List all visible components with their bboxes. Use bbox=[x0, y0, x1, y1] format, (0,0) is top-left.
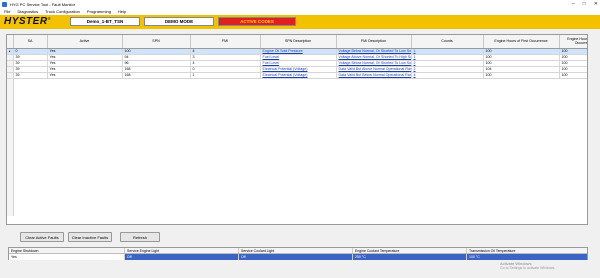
empty-cell bbox=[13, 210, 47, 216]
clear-inactive-faults-button[interactable]: Clear Inactive Faults bbox=[68, 232, 112, 242]
empty-cell bbox=[559, 210, 587, 216]
empty-cell bbox=[47, 210, 122, 216]
status-service-engine-light-value: Off bbox=[125, 254, 239, 260]
menu-diagnostics[interactable]: Diagnostics bbox=[17, 9, 38, 14]
status-header-engine-shutdown: Engine Shutdown bbox=[9, 248, 125, 253]
status-transmission-oil-temp-value: 100 °C bbox=[467, 254, 587, 260]
clear-active-faults-button[interactable]: Clear Active Faults bbox=[20, 232, 64, 242]
hyster-logo: HYSTER® bbox=[4, 16, 52, 27]
menu-programming[interactable]: Programming bbox=[87, 9, 111, 14]
empty-row bbox=[7, 210, 587, 216]
title-bar: HYG PC Service Tool - Fault Monitor – □ … bbox=[0, 0, 600, 8]
col-fmi-description[interactable]: FMI Description bbox=[336, 35, 412, 49]
active-codes-badge: ACTIVE CODES bbox=[218, 17, 296, 26]
demo-mode-badge: DEMO MODE bbox=[144, 17, 214, 26]
grid-header-row: SA Active SPN FMI SPN Description FMI De… bbox=[7, 35, 587, 49]
status-header-service-coolant-light: Service Coolant Light bbox=[239, 248, 353, 253]
empty-cell bbox=[336, 210, 411, 216]
activate-windows-subtitle: Go to Settings to activate Windows. bbox=[500, 266, 556, 270]
empty-cell bbox=[122, 210, 190, 216]
menu-truck-configuration[interactable]: Truck Configuration bbox=[45, 9, 80, 14]
refresh-button[interactable]: Refresh bbox=[120, 232, 160, 242]
col-spn-description[interactable]: SPN Description bbox=[260, 35, 337, 49]
status-header-transmission-oil-temp: Transmission Oil Temperature bbox=[469, 248, 516, 253]
status-header-service-engine-light: Service Engine Light bbox=[125, 248, 239, 253]
empty-cell bbox=[190, 210, 260, 216]
fault-grid[interactable]: SA Active SPN FMI SPN Description FMI De… bbox=[6, 34, 588, 225]
status-engine-shutdown-value: Yes bbox=[9, 254, 125, 260]
empty-cell bbox=[260, 210, 336, 216]
status-value-row: Yes Off Off 250 °C 100 °C bbox=[9, 254, 587, 260]
col-spn[interactable]: SPN bbox=[122, 35, 191, 49]
window-controls: – □ ✕ bbox=[572, 0, 598, 8]
col-active[interactable]: Active bbox=[47, 35, 123, 49]
status-engine-coolant-temp-value: 250 °C bbox=[353, 254, 467, 260]
close-icon[interactable]: ✕ bbox=[594, 1, 598, 7]
col-last-occurrence[interactable]: Engine Hours of Last Occurrence bbox=[559, 35, 587, 49]
menu-bar: File Diagnostics Truck Configuration Pro… bbox=[0, 8, 600, 15]
empty-cell bbox=[411, 210, 483, 216]
col-sa[interactable]: SA bbox=[13, 35, 48, 49]
truck-id-badge: Demo_1-BT_TSN bbox=[70, 17, 140, 26]
maximize-icon[interactable]: □ bbox=[583, 1, 586, 7]
empty-cell bbox=[483, 210, 559, 216]
menu-file[interactable]: File bbox=[4, 9, 10, 14]
status-panel: Engine Shutdown Service Engine Light Ser… bbox=[8, 247, 588, 260]
status-service-coolant-light-value: Off bbox=[239, 254, 353, 260]
minimize-icon[interactable]: – bbox=[572, 1, 575, 7]
col-fmi[interactable]: FMI bbox=[190, 35, 261, 49]
menu-help[interactable]: Help bbox=[118, 9, 126, 14]
status-header-engine-coolant-temp: Engine Coolant Temperature bbox=[353, 248, 467, 253]
app-icon bbox=[2, 1, 7, 7]
col-first-occurrence[interactable]: Engine Hours of First Occurrence bbox=[483, 35, 560, 49]
window-title: HYG PC Service Tool - Fault Monitor bbox=[10, 1, 76, 7]
col-counts[interactable]: Counts bbox=[411, 35, 484, 49]
